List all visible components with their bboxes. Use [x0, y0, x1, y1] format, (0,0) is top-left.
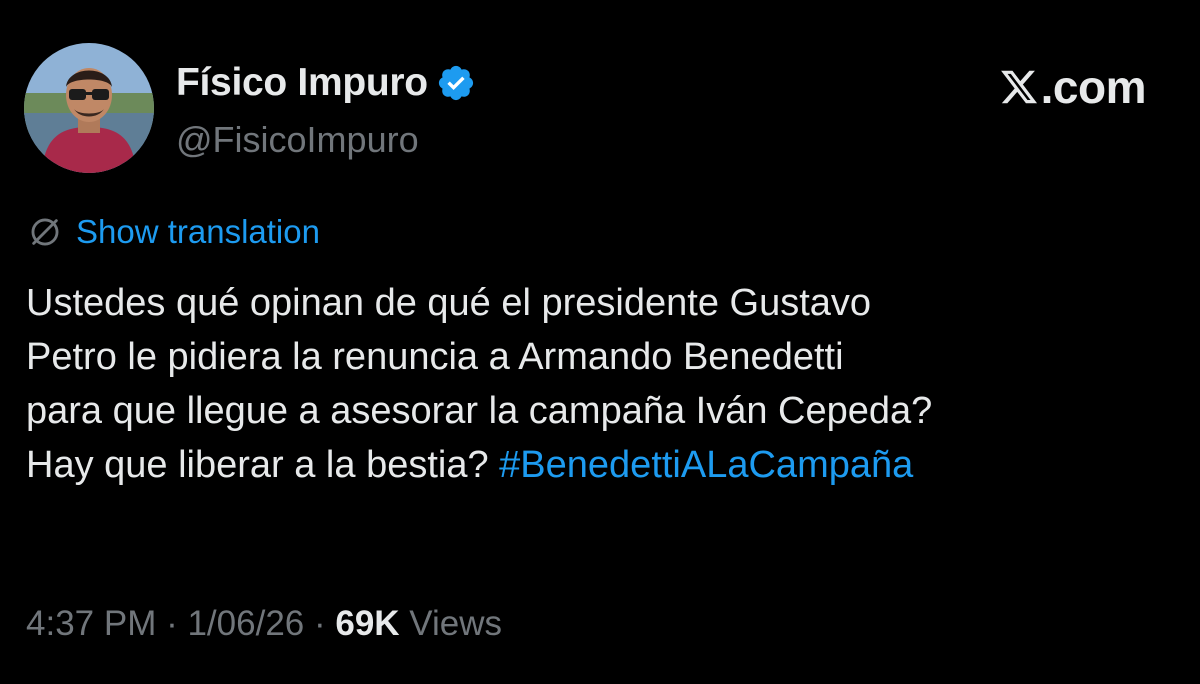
- views-count: 69K: [335, 604, 400, 643]
- views-label: Views: [399, 604, 503, 643]
- show-translation-link[interactable]: Show translation: [76, 213, 320, 251]
- meta-separator: ·: [304, 604, 336, 643]
- timestamp-time[interactable]: 4:37 PM: [26, 604, 156, 643]
- verified-badge-icon: [438, 65, 473, 101]
- tweet-text: Ustedes qué opinan de qué el presidente …: [26, 276, 1186, 492]
- hashtag-link[interactable]: #BenedettiALaCampaña: [499, 444, 913, 486]
- brand-watermark: .com: [999, 60, 1147, 114]
- tweet-text-line: Petro le pidiera la renuncia a Armando B…: [26, 336, 844, 378]
- avatar-photo: [24, 43, 154, 173]
- x-logo-icon: [1000, 70, 1037, 104]
- tweet-text-line: Ustedes qué opinan de qué el presidente …: [26, 282, 872, 324]
- tweet-card: Físico Impuro @FisicoImpuro .com Show tr…: [0, 0, 1200, 684]
- meta-separator: ·: [156, 604, 188, 643]
- author-handle[interactable]: @FisicoImpuro: [176, 119, 476, 161]
- translation-row: Show translation: [28, 208, 320, 256]
- tweet-meta: 4:37 PM · 1/06/26 · 69K Views: [26, 604, 502, 644]
- tweet-text-line: para que llegue a asesorar la campaña Iv…: [26, 390, 933, 432]
- author-name-row[interactable]: Físico Impuro: [176, 55, 476, 111]
- avatar[interactable]: [24, 43, 154, 173]
- tweet-text-line-last: Hay que liberar a la bestia? #BenedettiA…: [26, 438, 1186, 492]
- timestamp-date[interactable]: 1/06/26: [187, 604, 304, 643]
- globe-slash-icon: [31, 218, 59, 246]
- brand-domain: .com: [1040, 61, 1147, 113]
- display-name[interactable]: Físico Impuro: [176, 61, 428, 105]
- tweet-text-last-segment: Hay que liberar a la bestia?: [26, 444, 500, 486]
- author-block: Físico Impuro @FisicoImpuro: [176, 55, 476, 161]
